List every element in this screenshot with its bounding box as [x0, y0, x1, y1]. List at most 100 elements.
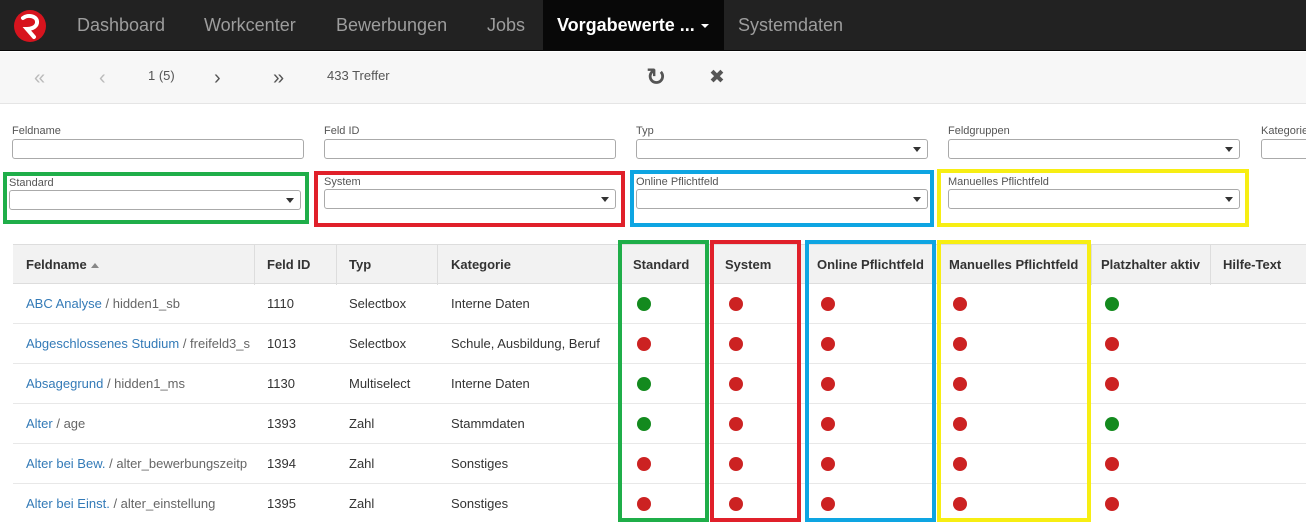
table-row[interactable]: Abgeschlossenes Studium / freifeld3_s 101… — [13, 324, 1306, 364]
online-status-icon — [821, 337, 835, 351]
prev-page-icon[interactable]: ‹ — [99, 52, 106, 104]
nav-vorgabewerte-label: Vorgabewerte ... — [557, 15, 695, 35]
filter-online-select[interactable] — [636, 189, 928, 209]
cell-feldname: Abgeschlossenes Studium / freifeld3_s — [26, 324, 254, 364]
next-page-icon[interactable]: › — [214, 52, 221, 104]
column-header-feldname[interactable]: Feldname — [26, 245, 266, 285]
filter-feld-id-input[interactable] — [324, 139, 616, 159]
last-page-icon[interactable]: » — [273, 52, 284, 104]
nav-dashboard[interactable]: Dashboard — [77, 0, 165, 51]
manuell-status-icon — [953, 417, 967, 431]
column-header-hilfe-text[interactable]: Hilfe-Text — [1223, 245, 1303, 285]
table-row[interactable]: ABC Analyse / hidden1_sb 1110 Selectbox Int… — [13, 284, 1306, 324]
manuell-status-icon — [953, 457, 967, 471]
first-page-icon[interactable]: « — [34, 52, 45, 104]
system-status-icon — [729, 417, 743, 431]
nav-bewerbungen[interactable]: Bewerbungen — [336, 0, 447, 51]
filter-feldgruppen-select[interactable] — [948, 139, 1240, 159]
column-divider — [1210, 245, 1211, 285]
standard-status-icon — [637, 497, 651, 511]
column-header-manuell[interactable]: Manuelles Pflichtfeld — [949, 245, 1089, 285]
standard-status-icon — [637, 457, 651, 471]
close-icon[interactable]: ✖ — [709, 52, 725, 104]
filter-kategorie-select[interactable] — [1261, 139, 1306, 159]
nav-jobs[interactable]: Jobs — [487, 0, 525, 51]
cell-feld-id: 1395 — [267, 496, 296, 511]
filter-typ-select[interactable] — [636, 139, 928, 159]
filter-manuell-select[interactable] — [948, 189, 1240, 209]
column-header-system[interactable]: System — [725, 245, 805, 285]
column-divider — [336, 245, 337, 285]
cell-feldname: Alter / age — [26, 404, 254, 444]
field-name-link[interactable]: Absagegrund — [26, 376, 103, 391]
field-key: / hidden1_ms — [103, 376, 186, 391]
system-status-icon — [729, 337, 743, 351]
cell-feldname: ABC Analyse / hidden1_sb — [26, 284, 254, 324]
cell-feld-id: 1013 — [267, 336, 296, 351]
platzhalter-status-icon — [1105, 377, 1119, 391]
filter-standard-select[interactable] — [9, 190, 301, 210]
cell-feld-id: 1394 — [267, 456, 296, 471]
field-name-link[interactable]: Alter bei Bew. — [26, 456, 106, 471]
pagination-toolbar: « ‹ 1 (5) › » 433 Treffer ↻ ✖ — [0, 52, 1306, 104]
online-status-icon — [821, 457, 835, 471]
system-status-icon — [729, 377, 743, 391]
field-name-link[interactable]: ABC Analyse — [26, 296, 102, 311]
app-logo-icon[interactable] — [14, 10, 46, 42]
table-row[interactable]: Alter / age 1393 Zahl Stammdaten — [13, 404, 1306, 444]
nav-vorgabewerte[interactable]: Vorgabewerte ... — [543, 0, 724, 51]
column-header-standard[interactable]: Standard — [633, 245, 713, 285]
refresh-icon[interactable]: ↻ — [646, 52, 666, 104]
cell-feldname: Alter bei Bew. / alter_bewerbungszeitp — [26, 444, 254, 484]
manuell-status-icon — [953, 337, 967, 351]
cell-typ: Zahl — [349, 456, 375, 471]
nav-systemdaten[interactable]: Systemdaten — [738, 0, 843, 51]
filter-feldgruppen-label: Feldgruppen — [948, 125, 1010, 137]
online-status-icon — [821, 297, 835, 311]
cell-feld-id: 1393 — [267, 416, 296, 431]
column-divider — [437, 245, 438, 285]
system-status-icon — [729, 297, 743, 311]
cell-feldname: Absagegrund / hidden1_ms — [26, 364, 254, 404]
filter-feldname-input[interactable] — [12, 139, 304, 159]
cell-feld-id: 1110 — [267, 296, 294, 311]
column-divider — [1091, 245, 1092, 285]
standard-status-icon — [637, 377, 651, 391]
platzhalter-status-icon — [1105, 497, 1119, 511]
filter-feld-id-label: Feld ID — [324, 125, 360, 137]
filter-typ-label: Typ — [636, 125, 654, 137]
manuell-status-icon — [953, 377, 967, 391]
manuell-status-icon — [953, 497, 967, 511]
field-name-link[interactable]: Alter bei Einst. — [26, 496, 110, 511]
platzhalter-status-icon — [1105, 417, 1119, 431]
online-status-icon — [821, 497, 835, 511]
cell-typ: Selectbox — [349, 296, 407, 311]
field-name-link[interactable]: Abgeschlossenes Studium — [26, 336, 179, 351]
platzhalter-status-icon — [1105, 457, 1119, 471]
standard-status-icon — [637, 297, 651, 311]
platzhalter-status-icon — [1105, 297, 1119, 311]
nav-workcenter[interactable]: Workcenter — [204, 0, 296, 51]
table-row[interactable]: Alter bei Bew. / alter_bewerbungszeitp 13… — [13, 444, 1306, 484]
column-header-kategorie[interactable]: Kategorie — [451, 245, 616, 285]
cell-kategorie: Sonstiges — [451, 496, 509, 511]
system-status-icon — [729, 457, 743, 471]
column-header-label: Feldname — [26, 257, 87, 272]
table-row[interactable]: Alter bei Einst. / alter_einstellung 1395… — [13, 484, 1306, 522]
cell-kategorie: Interne Daten — [451, 376, 530, 391]
manuell-status-icon — [953, 297, 967, 311]
column-header-feld-id[interactable]: Feld ID — [267, 245, 337, 285]
column-divider — [254, 245, 255, 285]
column-header-platzhalter[interactable]: Platzhalter aktiv — [1101, 245, 1213, 285]
table-row[interactable]: Absagegrund / hidden1_ms 1130 Multiselect I… — [13, 364, 1306, 404]
field-key: / alter_bewerbungszeitp — [105, 456, 248, 471]
hit-count: 433 Treffer — [327, 68, 390, 83]
cell-kategorie: Stammdaten — [451, 416, 525, 431]
filter-system-select[interactable] — [324, 189, 616, 209]
field-key: / alter_einstellung — [109, 496, 216, 511]
field-name-link[interactable]: Alter — [26, 416, 53, 431]
column-header-online[interactable]: Online Pflichtfeld — [817, 245, 937, 285]
column-header-typ[interactable]: Typ — [349, 245, 434, 285]
cell-feld-id: 1130 — [267, 376, 295, 391]
filter-online-label: Online Pflichtfeld — [636, 176, 719, 188]
